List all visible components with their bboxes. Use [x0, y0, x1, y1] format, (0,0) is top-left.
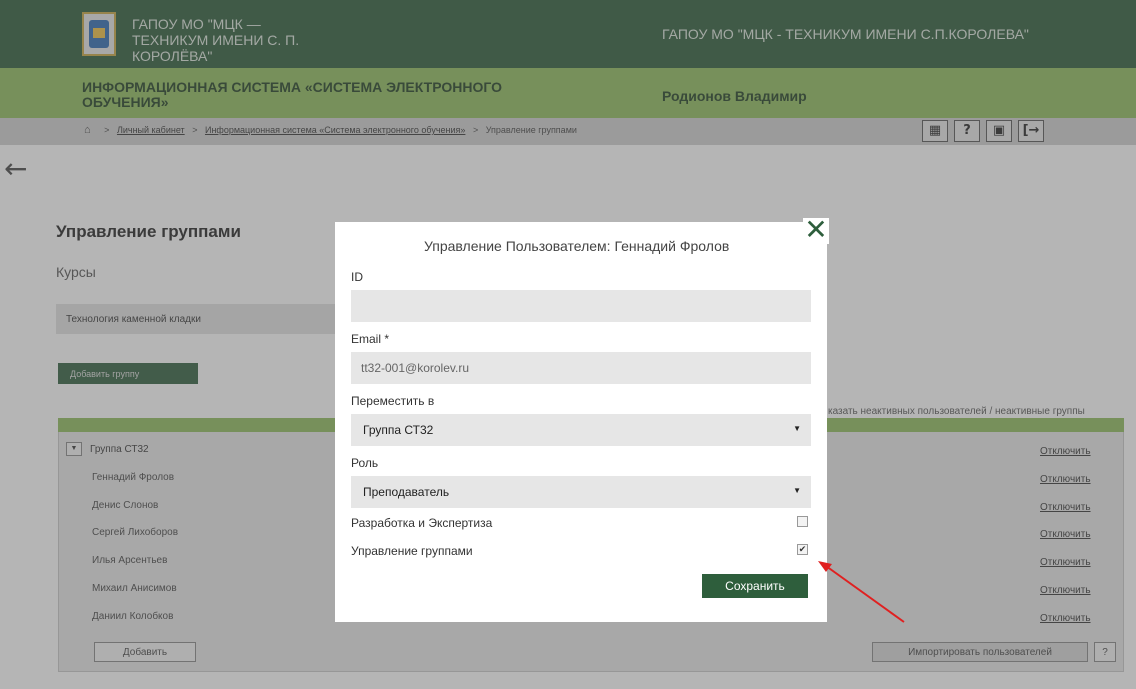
annotation-arrow — [818, 561, 905, 623]
